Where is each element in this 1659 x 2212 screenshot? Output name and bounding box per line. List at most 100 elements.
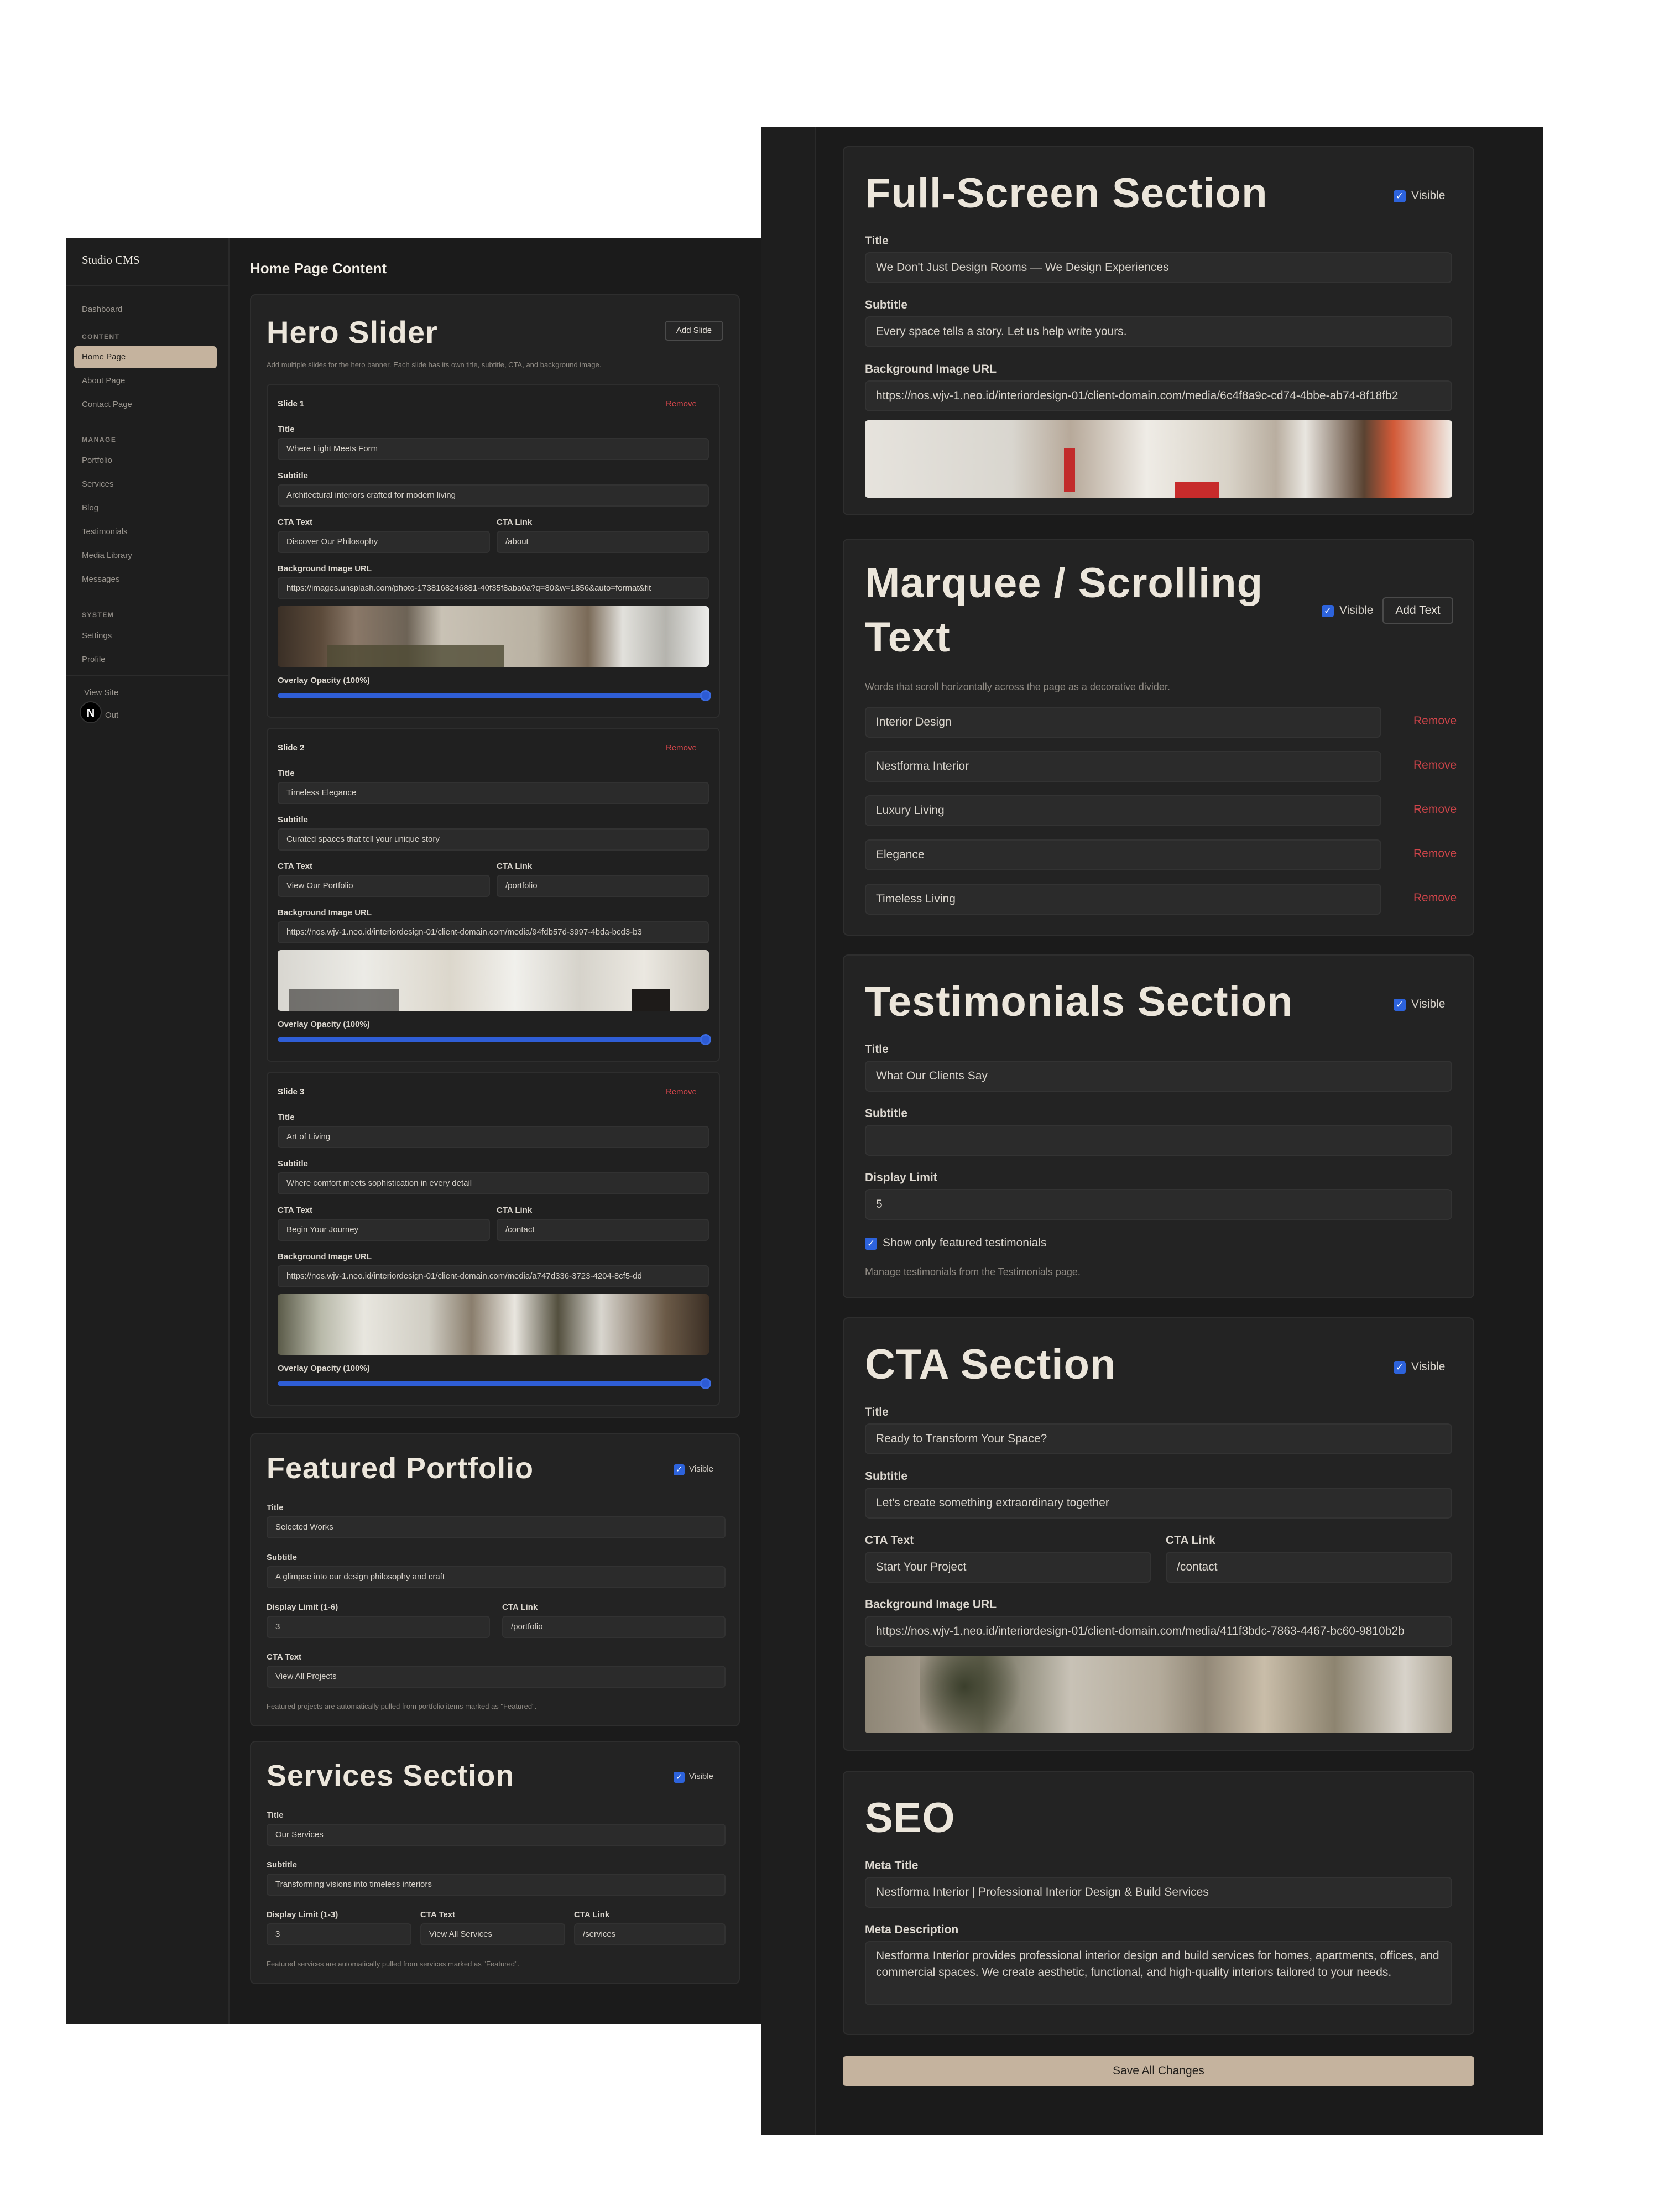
services-title-input[interactable]: Our Services	[267, 1824, 726, 1846]
testimonials-subtitle-input[interactable]	[865, 1125, 1452, 1156]
slide-cta-link-input[interactable]: /about	[497, 531, 709, 553]
subtitle-label: Subtitle	[865, 1470, 907, 1483]
slide-bg-url-input[interactable]: https://images.unsplash.com/photo-173816…	[278, 577, 709, 599]
slide-cta-text-input[interactable]: View Our Portfolio	[278, 875, 490, 897]
sidebar-item-portfolio[interactable]: Portfolio	[74, 450, 217, 472]
cta-link-label: CTA Link	[574, 1910, 610, 1919]
slide-cta-text-input[interactable]: Discover Our Philosophy	[278, 531, 490, 553]
visible-checkbox[interactable]: ✓	[1394, 999, 1406, 1011]
cta-subtitle-input[interactable]: Let's create something extraordinary tog…	[865, 1488, 1452, 1519]
featured-title-input[interactable]: Selected Works	[267, 1516, 726, 1538]
save-all-changes-button[interactable]: Save All Changes	[843, 2056, 1474, 2086]
sidebar-item-profile[interactable]: Profile	[74, 649, 217, 671]
remove-text-button[interactable]: Remove	[1413, 714, 1457, 728]
fullscreen-subtitle-input[interactable]: Every space tells a story. Let us help w…	[865, 316, 1452, 347]
slide-subtitle-input[interactable]: Where comfort meets sophistication in ev…	[278, 1172, 709, 1194]
slide-bg-url-input[interactable]: https://nos.wjv-1.neo.id/interiordesign-…	[278, 1265, 709, 1287]
marquee-text-input-2[interactable]: Nestforma Interior	[865, 751, 1381, 782]
marquee-text-input-1[interactable]: Interior Design	[865, 707, 1381, 738]
bg-image-label: Background Image URL	[865, 363, 997, 375]
overlay-slider-track[interactable]	[278, 693, 709, 698]
remove-text-button[interactable]: Remove	[1413, 803, 1457, 816]
sidebar-item-about-page[interactable]: About Page	[74, 370, 217, 392]
featured-cta-text-input[interactable]: View All Projects	[267, 1666, 726, 1688]
slide-title-input[interactable]: Where Light Meets Form	[278, 438, 709, 460]
slide-bg-url-input[interactable]: https://nos.wjv-1.neo.id/interiordesign-…	[278, 921, 709, 943]
fullscreen-bg-url-input[interactable]: https://nos.wjv-1.neo.id/interiordesign-…	[865, 380, 1452, 411]
overlay-slider-track[interactable]	[278, 1037, 709, 1042]
cta-text-label: CTA Text	[267, 1652, 302, 1662]
slide-subtitle-input[interactable]: Architectural interiors crafted for mode…	[278, 484, 709, 507]
remove-text-button[interactable]: Remove	[1413, 759, 1457, 772]
sidebar-item-testimonials[interactable]: Testimonials	[74, 521, 217, 543]
cta-text-input[interactable]: Start Your Project	[865, 1552, 1151, 1583]
visible-label: Visible	[1411, 189, 1446, 202]
section-title: SEO	[865, 1794, 956, 1841]
visible-checkbox[interactable]: ✓	[674, 1772, 685, 1783]
nav-group-manage: MANAGE	[82, 436, 117, 444]
left-screenshot: Studio CMS Dashboard CONTENT Home Page A…	[66, 238, 761, 2024]
marquee-text-input-4[interactable]: Elegance	[865, 839, 1381, 870]
sidebar-item-blog[interactable]: Blog	[74, 497, 217, 519]
marquee-text-input-5[interactable]: Timeless Living	[865, 884, 1381, 915]
overlay-slider-track[interactable]	[278, 1381, 709, 1386]
slide-title-input[interactable]: Timeless Elegance	[278, 782, 709, 804]
remove-slide-button[interactable]: Remove	[666, 1087, 697, 1097]
services-subtitle-input[interactable]: Transforming visions into timeless inter…	[267, 1874, 726, 1896]
bg-image-label: Background Image URL	[278, 908, 372, 917]
overlay-label: Overlay Opacity (100%)	[278, 1364, 370, 1373]
meta-description-textarea[interactable]: Nestforma Interior provides professional…	[865, 1941, 1452, 2005]
add-text-button[interactable]: Add Text	[1383, 597, 1453, 624]
subtitle-label: Subtitle	[865, 299, 907, 311]
featured-subtitle-input[interactable]: A glimpse into our design philosophy and…	[267, 1566, 726, 1588]
main-content: Home Page Content Hero Slider Add Slide …	[230, 238, 761, 2024]
featured-cta-link-input[interactable]: /portfolio	[502, 1616, 726, 1638]
slide-cta-link-input[interactable]: /portfolio	[497, 875, 709, 897]
cta-title-input[interactable]: Ready to Transform Your Space?	[865, 1423, 1452, 1454]
visible-checkbox[interactable]: ✓	[1394, 190, 1406, 202]
sidebar-item-dashboard[interactable]: Dashboard	[74, 299, 217, 321]
marquee-text-input-3[interactable]: Luxury Living	[865, 795, 1381, 826]
sidebar-item-contact-page[interactable]: Contact Page	[74, 394, 217, 416]
meta-title-input[interactable]: Nestforma Interior | Professional Interi…	[865, 1877, 1452, 1908]
display-limit-input[interactable]: 3	[267, 1923, 411, 1945]
overlay-slider-handle[interactable]	[700, 690, 711, 701]
overlay-slider-handle[interactable]	[700, 1034, 711, 1045]
section-title: Featured Portfolio	[267, 1452, 534, 1485]
cta-link-input[interactable]: /contact	[1166, 1552, 1452, 1583]
slide-cta-text-input[interactable]: Begin Your Journey	[278, 1219, 490, 1241]
slide-title-input[interactable]: Art of Living	[278, 1126, 709, 1148]
remove-slide-button[interactable]: Remove	[666, 743, 697, 753]
overlay-slider-handle[interactable]	[700, 1378, 711, 1389]
visible-checkbox[interactable]: ✓	[1322, 605, 1334, 617]
remove-slide-button[interactable]: Remove	[666, 399, 697, 409]
services-cta-text-input[interactable]: View All Services	[420, 1923, 565, 1945]
remove-text-button[interactable]: Remove	[1413, 891, 1457, 905]
section-title-line-1: Marquee / Scrolling	[865, 560, 1264, 607]
display-limit-label: Display Limit	[865, 1171, 937, 1184]
remove-text-button[interactable]: Remove	[1413, 847, 1457, 860]
cta-bg-url-input[interactable]: https://nos.wjv-1.neo.id/interiordesign-…	[865, 1616, 1452, 1647]
view-site-link[interactable]: View Site	[84, 688, 118, 697]
slide-heading: Slide 1	[278, 399, 305, 409]
display-limit-input[interactable]: 5	[865, 1189, 1452, 1220]
visible-checkbox[interactable]: ✓	[674, 1464, 685, 1475]
sign-out-link[interactable]: Out	[105, 711, 118, 720]
slide-cta-link-input[interactable]: /contact	[497, 1219, 709, 1241]
sidebar-item-media-library[interactable]: Media Library	[74, 545, 217, 567]
fullscreen-title-input[interactable]: We Don't Just Design Rooms — We Design E…	[865, 252, 1452, 283]
divider	[66, 285, 230, 286]
testimonials-title-input[interactable]: What Our Clients Say	[865, 1061, 1452, 1092]
sidebar-item-settings[interactable]: Settings	[74, 625, 217, 647]
cta-link-label: CTA Link	[497, 862, 533, 871]
sidebar-item-messages[interactable]: Messages	[74, 568, 217, 591]
avatar[interactable]: N	[80, 701, 102, 723]
featured-only-checkbox[interactable]: ✓	[865, 1238, 877, 1250]
slide-subtitle-input[interactable]: Curated spaces that tell your unique sto…	[278, 828, 709, 851]
add-slide-button[interactable]: Add Slide	[665, 321, 723, 341]
sidebar-item-services[interactable]: Services	[74, 473, 217, 495]
sidebar-item-home-page[interactable]: Home Page	[74, 346, 217, 368]
display-limit-input[interactable]: 3	[267, 1616, 490, 1638]
services-cta-link-input[interactable]: /services	[574, 1923, 726, 1945]
visible-checkbox[interactable]: ✓	[1394, 1361, 1406, 1374]
